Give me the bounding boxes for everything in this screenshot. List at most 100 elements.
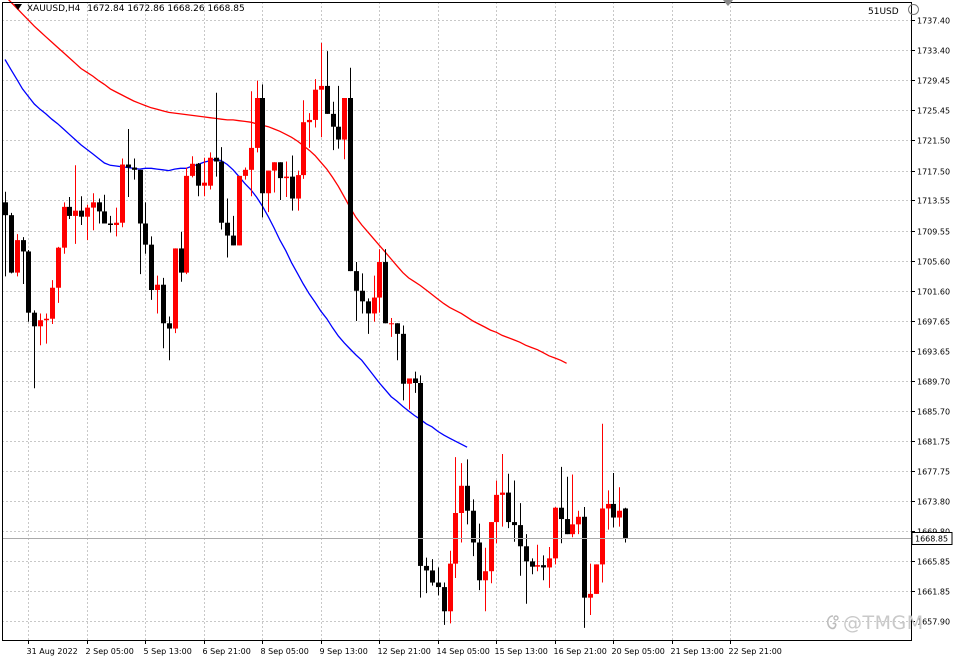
y-tick-label: 1717.50	[917, 168, 950, 177]
candle-body	[576, 516, 581, 525]
candle-body	[582, 516, 587, 598]
candle-body	[366, 301, 371, 314]
ohlc-values: 1672.84 1672.86 1668.26 1668.85	[87, 4, 245, 14]
candle-body	[114, 222, 119, 225]
candle-body	[202, 182, 207, 186]
x-tick-label: 5 Sep 13:00	[144, 647, 192, 656]
current-price-tag: 1668.85	[911, 532, 953, 545]
candle-body	[588, 593, 593, 598]
candle-body	[249, 147, 254, 170]
candle-body	[44, 318, 49, 321]
close-circle-icon[interactable]	[907, 4, 919, 15]
candle-body	[342, 98, 347, 140]
y-tick-label: 1721.50	[917, 137, 950, 146]
candle-body	[290, 176, 295, 199]
candle-body	[173, 248, 178, 329]
dropdown-triangle-icon[interactable]	[14, 4, 22, 10]
x-tick-label: 31 Aug 2022	[27, 647, 78, 656]
candle	[594, 564, 599, 594]
x-tick-label: 21 Sep 13:00	[671, 647, 724, 656]
candle	[348, 67, 353, 272]
price-chart[interactable]: 1737.40 1733.40 1729.45 1725.45 1721.50 1717.…	[0, 0, 957, 664]
account-tag: 51USD	[868, 4, 919, 17]
candle-body	[395, 323, 400, 334]
y-tick-label: 1725.45	[917, 107, 950, 116]
y-tick-label: 1689.70	[917, 378, 950, 387]
candle-body	[565, 519, 570, 535]
candle	[26, 249, 31, 322]
candle-body	[161, 284, 166, 324]
candle-body	[623, 508, 628, 538]
candle-body	[149, 244, 154, 291]
candle-body	[56, 247, 61, 288]
candle	[15, 234, 20, 277]
x-tick-label: 12 Sep 21:00	[378, 647, 431, 656]
candle-body	[9, 215, 14, 273]
candle-body	[91, 202, 96, 208]
candle-body	[313, 89, 318, 120]
watermark-text: @TMGM	[843, 612, 924, 634]
y-tick-label: 1661.85	[917, 588, 950, 597]
candle-body	[535, 565, 540, 567]
candle-body	[477, 542, 482, 581]
y-tick-label: 1665.85	[917, 558, 950, 567]
candle-body	[67, 206, 72, 216]
candle-body	[266, 170, 271, 194]
candle-body	[284, 176, 289, 179]
y-tick-label: 1681.75	[917, 438, 950, 447]
candle-body	[190, 163, 195, 176]
candle-body	[407, 378, 412, 384]
x-tick-label: 16 Sep 21:00	[554, 647, 607, 656]
candle-body	[155, 284, 160, 291]
x-tick-label: 9 Sep 13:00	[320, 647, 368, 656]
candle-body	[301, 122, 306, 176]
candle-body	[32, 312, 37, 327]
candle-body	[126, 164, 131, 168]
x-tick-label: 15 Sep 13:00	[495, 647, 548, 656]
x-tick-label: 20 Sep 05:00	[612, 647, 665, 656]
candle	[173, 248, 178, 334]
y-tick-label: 1673.80	[917, 498, 950, 507]
candle-body	[372, 297, 377, 314]
y-tick-label: 1733.40	[917, 47, 950, 56]
candle	[623, 507, 628, 543]
candle-body	[21, 240, 26, 252]
candle-body	[138, 169, 143, 224]
x-tick-label: 8 Sep 05:00	[261, 647, 309, 656]
x-tick-label: 2 Sep 05:00	[86, 647, 134, 656]
candle	[184, 167, 189, 275]
candle-body	[430, 570, 435, 583]
chart-canvas[interactable]: 1737.40 1733.40 1729.45 1725.45 1721.50 1717.…	[0, 0, 957, 664]
y-tick-label: 1701.60	[917, 288, 950, 297]
candle-body	[120, 164, 125, 223]
chart-header: XAUUSD,H4 1672.84 1672.86 1668.26 1668.8…	[14, 4, 245, 14]
candle-body	[530, 561, 535, 567]
candle-body	[518, 525, 523, 547]
candle	[237, 175, 242, 246]
candle-body	[383, 262, 388, 324]
candle-body	[389, 323, 394, 325]
y-tick-label: 1697.65	[917, 318, 950, 327]
candle-body	[214, 157, 219, 162]
candle-body	[196, 163, 201, 186]
y-tick-label: 1709.55	[917, 228, 950, 237]
price-axis[interactable]: 1737.40 1733.40 1729.45 1725.45 1721.50 1717.…	[911, 17, 953, 627]
candle-body	[600, 508, 605, 565]
candle-body	[541, 565, 546, 568]
shift-marker-icon[interactable]	[723, 0, 733, 6]
candle-body	[354, 271, 359, 291]
candle-body	[611, 503, 616, 518]
candle-body	[208, 157, 213, 186]
y-tick-label: 1685.70	[917, 408, 950, 417]
candle-body	[570, 524, 575, 535]
candle-body	[553, 507, 558, 559]
candle-body	[62, 206, 67, 248]
x-tick-label: 22 Sep 21:00	[729, 647, 782, 656]
candle-body	[219, 161, 224, 223]
candle-body	[243, 169, 248, 176]
candle-body	[483, 571, 488, 581]
candle-body	[319, 85, 324, 90]
candle-body	[3, 202, 8, 216]
candle-body	[307, 119, 312, 123]
candle-body	[448, 563, 453, 612]
